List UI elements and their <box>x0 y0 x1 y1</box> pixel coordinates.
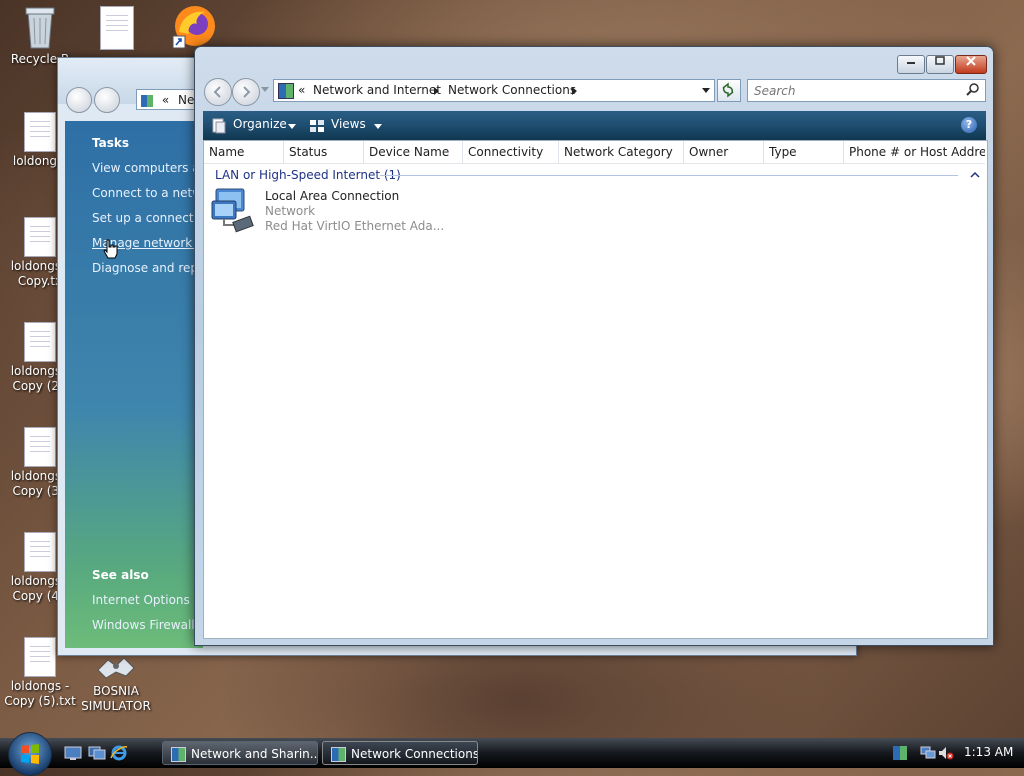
taskbar-button-label: Network and Sharin... <box>191 747 318 761</box>
task-view-computers-link[interactable]: View computers an <box>92 161 207 175</box>
connection-device: Red Hat VirtIO Ethernet Ada... <box>265 219 445 233</box>
document-icon <box>100 6 134 50</box>
column-type[interactable]: Type <box>764 141 844 163</box>
breadcrumb-prefix: « <box>298 83 306 97</box>
close-button[interactable] <box>955 55 987 74</box>
see-also-heading: See also <box>92 568 149 582</box>
taskbar-button-network-sharing[interactable]: Network and Sharin... <box>162 741 318 765</box>
application-icon <box>97 657 135 679</box>
volume-muted-icon[interactable] <box>938 745 954 761</box>
organize-button[interactable]: Organize <box>233 117 287 131</box>
column-status[interactable]: Status <box>284 141 364 163</box>
organize-dropdown-icon[interactable] <box>288 124 296 129</box>
breadcrumb-prefix: « <box>161 93 170 107</box>
internet-options-link[interactable]: Internet Options <box>92 593 190 607</box>
group-header[interactable]: LAN or High-Speed Internet (1) <box>215 168 401 182</box>
document-icon <box>24 637 56 677</box>
views-icon <box>310 120 324 132</box>
forward-arrow-icon <box>243 86 251 98</box>
refresh-icon <box>722 82 734 98</box>
document-icon <box>24 112 56 152</box>
taskbar-button-label: Network Connections <box>351 747 478 761</box>
forward-button[interactable] <box>232 78 260 106</box>
desktop-icon-firefox[interactable] <box>155 2 235 52</box>
breadcrumb-arrow-icon[interactable] <box>434 87 439 95</box>
organize-icon <box>212 118 226 134</box>
maximize-button[interactable] <box>926 55 954 74</box>
windows-firewall-link[interactable]: Windows Firewall <box>92 618 195 632</box>
back-button[interactable] <box>66 87 92 113</box>
tasks-pane: Tasks View computers an Connect to a net… <box>65 121 212 648</box>
command-bar: Organize Views ? <box>203 111 986 140</box>
document-icon <box>24 427 56 467</box>
refresh-button[interactable] <box>717 79 741 102</box>
system-tray: 1:13 AM <box>884 738 1024 768</box>
file-list-view[interactable]: Name Status Device Name Connectivity Net… <box>203 140 988 639</box>
connection-item[interactable]: Local Area Connection Network Red Hat Vi… <box>210 187 470 235</box>
column-name[interactable]: Name <box>204 141 284 163</box>
network-center-icon <box>171 747 186 762</box>
desktop-icon-label: loldongs - Copy (5).txt <box>4 679 76 708</box>
search-icon[interactable] <box>966 83 980 97</box>
help-button[interactable]: ? <box>961 117 977 133</box>
tasks-heading: Tasks <box>92 136 130 150</box>
firefox-icon <box>172 6 215 49</box>
column-device-name[interactable]: Device Name <box>364 141 463 163</box>
clock[interactable]: 1:13 AM <box>964 745 1013 759</box>
taskbar: Network and Sharin... Network Connection… <box>0 732 1024 776</box>
desktop-icon-bosnia-simulator[interactable]: BOSNIA SIMULATOR <box>76 652 156 714</box>
show-desktop-icon[interactable] <box>64 745 82 761</box>
breadcrumb-network-connections[interactable]: Network Connections <box>448 83 576 97</box>
back-arrow-icon <box>213 86 221 98</box>
network-tray-icon[interactable] <box>892 745 908 761</box>
network-connections-icon <box>331 747 346 762</box>
column-header-row: Name Status Device Name Connectivity Net… <box>204 141 985 164</box>
internet-explorer-icon[interactable] <box>110 744 128 762</box>
minimize-button[interactable] <box>897 55 925 74</box>
column-owner[interactable]: Owner <box>684 141 764 163</box>
help-icon: ? <box>965 118 973 131</box>
views-dropdown-icon[interactable] <box>374 124 382 129</box>
minimize-icon <box>907 62 915 64</box>
address-dropdown-icon[interactable] <box>702 88 710 93</box>
network-status-tray-icon[interactable] <box>920 745 936 761</box>
document-icon <box>24 322 56 362</box>
connection-status: Network <box>265 204 316 218</box>
back-button[interactable] <box>204 78 232 106</box>
breadcrumb-network-and-internet[interactable]: Network and Internet <box>313 83 441 97</box>
address-bar[interactable]: « Network and Internet Network Connectio… <box>273 79 715 102</box>
column-network-category[interactable]: Network Category <box>559 141 684 163</box>
desktop-icon-unknown-doc[interactable] <box>77 6 157 52</box>
close-icon <box>966 56 976 66</box>
hand-cursor-icon <box>103 239 118 259</box>
document-icon <box>24 217 56 257</box>
taskbar-button-network-connections[interactable]: Network Connections <box>322 741 478 765</box>
group-divider <box>380 175 958 176</box>
recent-pages-chevron-icon[interactable] <box>261 87 269 92</box>
search-input[interactable] <box>752 82 956 100</box>
connection-name: Local Area Connection <box>265 189 400 203</box>
network-folder-icon <box>141 94 153 107</box>
forward-button[interactable] <box>94 87 120 113</box>
switch-windows-icon[interactable] <box>88 745 106 761</box>
network-connections-window[interactable]: « Network and Internet Network Connectio… <box>194 46 994 646</box>
network-connections-folder-icon <box>278 83 294 99</box>
recycle-bin-icon <box>25 7 55 49</box>
task-connect-network-link[interactable]: Connect to a netwo <box>92 186 209 200</box>
network-adapter-icon <box>211 188 254 233</box>
collapse-group-icon[interactable] <box>970 171 980 179</box>
column-phone-host[interactable]: Phone # or Host Addre... <box>844 141 985 163</box>
column-connectivity[interactable]: Connectivity <box>463 141 559 163</box>
breadcrumb-arrow-icon[interactable] <box>572 87 577 95</box>
document-icon <box>24 532 56 572</box>
desktop-icon-label: BOSNIA SIMULATOR <box>81 684 151 713</box>
search-box[interactable] <box>747 79 986 102</box>
task-diagnose-repair-link[interactable]: Diagnose and repai <box>92 261 209 275</box>
windows-logo-icon <box>21 744 39 764</box>
maximize-icon <box>935 56 945 65</box>
views-button[interactable]: Views <box>331 117 366 131</box>
start-button[interactable] <box>8 732 52 776</box>
